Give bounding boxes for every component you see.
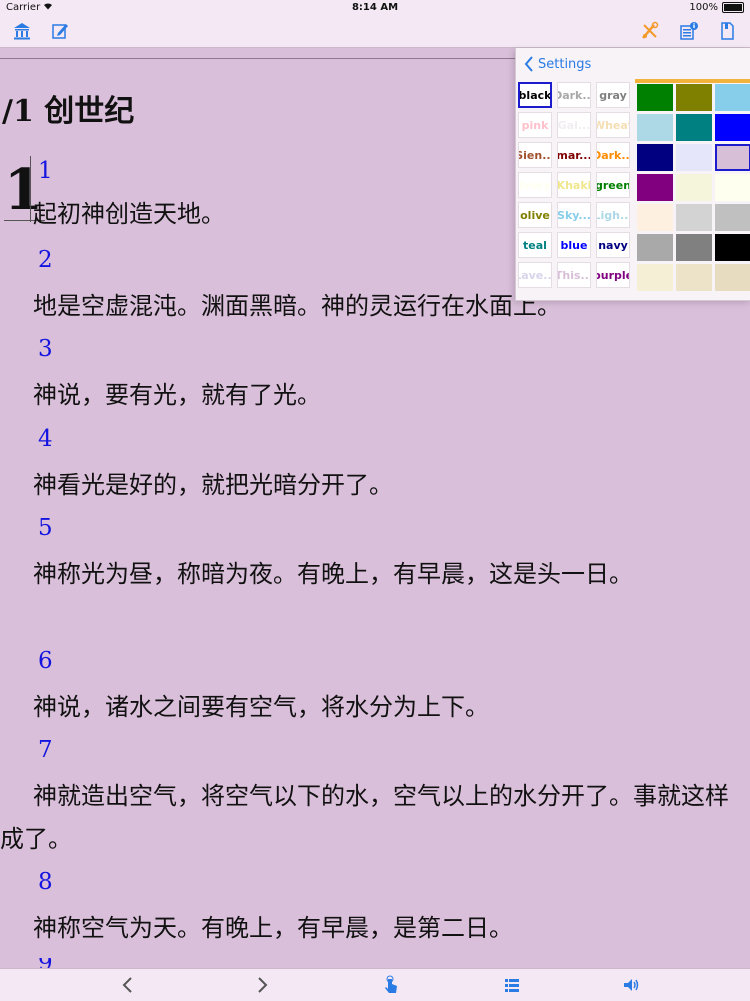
color-swatch[interactable] — [715, 264, 750, 291]
battery-icon — [722, 2, 744, 13]
swatch-scroll-edge — [635, 79, 750, 83]
settings-back-button[interactable]: Settings — [524, 56, 591, 72]
color-name-option[interactable]: Sky... — [557, 202, 591, 228]
verse-number[interactable]: 1 — [38, 158, 53, 184]
color-name-option[interactable]: teal — [518, 232, 552, 258]
color-swatch[interactable] — [676, 204, 712, 231]
library-icon[interactable] — [12, 21, 32, 41]
verse-text: 神称光为昼，称暗为夜。有晚上，有早晨，这是头一日。 — [33, 560, 633, 588]
color-swatch[interactable] — [676, 144, 712, 171]
color-name-option[interactable]: Ivory — [518, 172, 552, 198]
color-swatch[interactable] — [676, 264, 712, 291]
verse-text: 神就造出空气，将空气以下的水，空气以上的水分开了。事就这样成了。 — [0, 782, 729, 853]
color-name-option[interactable]: mar... — [557, 142, 591, 168]
color-swatch[interactable] — [715, 84, 750, 111]
battery-indicator: 100% — [689, 2, 744, 13]
speaker-icon[interactable] — [621, 975, 641, 995]
color-name-option[interactable]: Dark... — [596, 142, 630, 168]
header-divider — [0, 58, 520, 59]
verse-number[interactable]: 4 — [38, 426, 53, 452]
color-swatch[interactable] — [676, 174, 712, 201]
list-icon[interactable] — [502, 975, 522, 995]
verse-number-partial: 9 — [38, 958, 58, 968]
color-settings-popover: Settings blackDark...graypinkGai...Wheat… — [515, 48, 750, 301]
color-name-option[interactable]: gray — [596, 82, 630, 108]
settings-tools-icon[interactable] — [640, 21, 660, 41]
top-nav-bar — [0, 16, 750, 48]
color-swatch[interactable] — [637, 174, 673, 201]
color-swatch[interactable] — [637, 204, 673, 231]
color-swatch[interactable] — [637, 234, 673, 261]
color-name-option[interactable]: Lave... — [518, 262, 552, 288]
color-name-option[interactable]: Dark... — [557, 82, 591, 108]
color-swatch[interactable] — [715, 144, 750, 171]
color-name-option[interactable]: Khaki — [557, 172, 591, 198]
color-swatch[interactable] — [715, 174, 750, 201]
color-name-option[interactable]: olive — [518, 202, 552, 228]
color-name-option[interactable]: purple — [596, 262, 630, 288]
verse-text: 神称空气为天。有晚上，有早晨，是第二日。 — [33, 914, 513, 942]
forward-chevron-icon[interactable] — [252, 975, 272, 995]
color-swatch[interactable] — [676, 234, 712, 261]
color-swatch[interactable] — [715, 204, 750, 231]
color-name-option[interactable]: Wheat — [596, 112, 630, 138]
color-swatch[interactable] — [715, 114, 750, 141]
verse-number[interactable]: 2 — [38, 247, 53, 273]
verse-number[interactable]: 6 — [38, 648, 53, 674]
color-name-option[interactable]: blue — [557, 232, 591, 258]
color-name-option[interactable]: Gai... — [557, 112, 591, 138]
battery-percent: 100% — [689, 2, 718, 13]
settings-back-label: Settings — [538, 56, 592, 72]
verse-number[interactable]: 8 — [38, 869, 53, 895]
color-swatch[interactable] — [637, 264, 673, 291]
popover-header: Settings — [516, 48, 750, 81]
verse-text: 神看光是好的，就把光暗分开了。 — [33, 471, 393, 499]
color-name-option[interactable]: black — [518, 82, 552, 108]
verse-number[interactable]: 5 — [38, 515, 53, 541]
verse-text: 神说，诸水之间要有空气，将水分为上下。 — [33, 693, 489, 721]
verse-text: 神说，要有光，就有了光。 — [33, 381, 321, 409]
color-name-option[interactable]: Ligh... — [596, 202, 630, 228]
color-name-option[interactable]: green — [596, 172, 630, 198]
color-swatch[interactable] — [676, 114, 712, 141]
color-name-option[interactable]: pink — [518, 112, 552, 138]
color-name-option[interactable]: Sien... — [518, 142, 552, 168]
color-swatch[interactable] — [676, 84, 712, 111]
bottom-toolbar — [0, 968, 750, 1001]
status-time: 8:14 AM — [351, 2, 399, 13]
color-name-option[interactable]: navy — [596, 232, 630, 258]
bookmark-icon[interactable] — [717, 21, 737, 41]
color-swatch[interactable] — [715, 234, 750, 261]
status-bar: Carrier 8:14 AM 100% — [0, 0, 750, 16]
touch-icon[interactable] — [381, 975, 401, 995]
back-chevron-icon[interactable] — [118, 975, 138, 995]
edit-icon[interactable] — [50, 21, 70, 41]
color-swatch[interactable] — [637, 84, 673, 111]
verse-number[interactable]: 7 — [38, 737, 53, 763]
chapter-title: /1 创世纪 — [2, 94, 135, 129]
color-swatch[interactable] — [637, 144, 673, 171]
chevron-left-icon — [524, 56, 533, 72]
info-list-icon[interactable] — [679, 21, 699, 41]
verse-number[interactable]: 3 — [38, 336, 53, 362]
color-swatch[interactable] — [637, 114, 673, 141]
color-name-option[interactable]: This... — [557, 262, 591, 288]
